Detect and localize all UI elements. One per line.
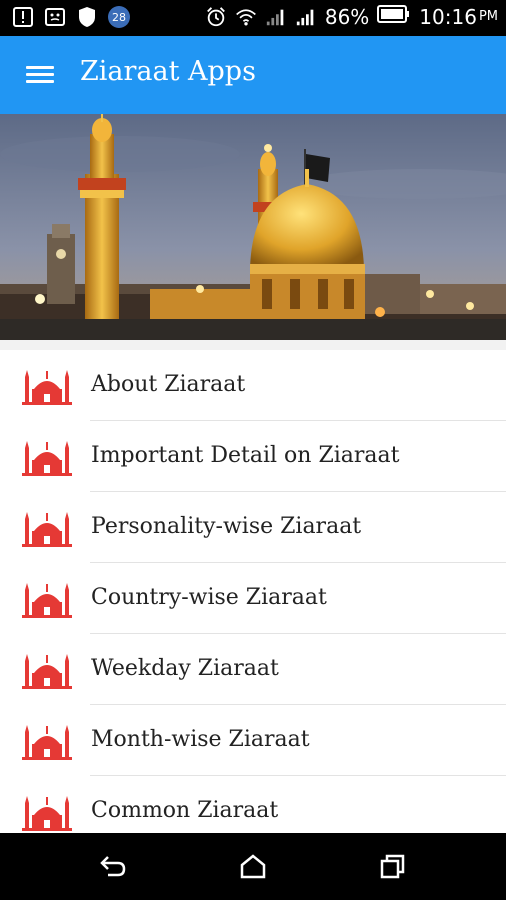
- menu-item-common[interactable]: Common Ziaraat: [0, 776, 506, 833]
- alert-notification-icon: [12, 6, 34, 28]
- mosque-icon: [22, 512, 72, 547]
- menu-item-label: Month-wise Ziaraat: [91, 727, 310, 752]
- system-nav-bar: [0, 833, 506, 900]
- mosque-icon: [22, 654, 72, 689]
- signal-icon-1: [265, 6, 287, 28]
- menu-item-label: About Ziaraat: [91, 372, 246, 397]
- clock-ampm: PM: [478, 9, 498, 24]
- status-bar: 28 86% 10:16 PM: [0, 0, 506, 36]
- notification-count-badge: 28: [108, 6, 130, 28]
- clock-time: 10:16: [419, 4, 477, 29]
- list-top-divider: [0, 340, 506, 350]
- battery-icon: [377, 4, 411, 29]
- menu-item-month-wise[interactable]: Month-wise Ziaraat: [0, 705, 506, 776]
- mosque-icon: [22, 583, 72, 618]
- alarm-icon: [205, 6, 227, 28]
- app-bar: Ziaraat Apps: [0, 36, 506, 114]
- mosque-icon: [22, 370, 72, 405]
- mosque-icon: [22, 796, 72, 831]
- message-notification-icon: [44, 6, 66, 28]
- mosque-icon: [22, 725, 72, 760]
- shield-icon: [76, 6, 98, 28]
- menu-item-label: Important Detail on Ziaraat: [91, 443, 400, 468]
- menu-item-label: Weekday Ziaraat: [91, 656, 279, 681]
- menu-item-weekday[interactable]: Weekday Ziaraat: [0, 634, 506, 705]
- mosque-icon: [22, 441, 72, 476]
- home-icon[interactable]: [236, 851, 270, 881]
- battery-percent: 86%: [324, 4, 370, 29]
- recents-icon[interactable]: [376, 851, 410, 881]
- app-title: Ziaraat Apps: [80, 56, 256, 87]
- menu-list: About Ziaraat Important Detail on Ziaraa…: [0, 350, 506, 833]
- menu-item-country-wise[interactable]: Country-wise Ziaraat: [0, 563, 506, 634]
- hamburger-menu-icon[interactable]: [26, 62, 54, 88]
- menu-item-label: Personality-wise Ziaraat: [91, 514, 362, 539]
- menu-item-important-detail[interactable]: Important Detail on Ziaraat: [0, 421, 506, 492]
- wifi-icon: [235, 6, 257, 28]
- menu-item-label: Country-wise Ziaraat: [91, 585, 327, 610]
- menu-item-label: Common Ziaraat: [91, 798, 279, 823]
- menu-item-personality-wise[interactable]: Personality-wise Ziaraat: [0, 492, 506, 563]
- menu-item-about-ziaraat[interactable]: About Ziaraat: [0, 350, 506, 421]
- signal-icon-2: [295, 6, 317, 28]
- back-icon[interactable]: [96, 851, 130, 881]
- shrine-banner-image: [0, 114, 506, 340]
